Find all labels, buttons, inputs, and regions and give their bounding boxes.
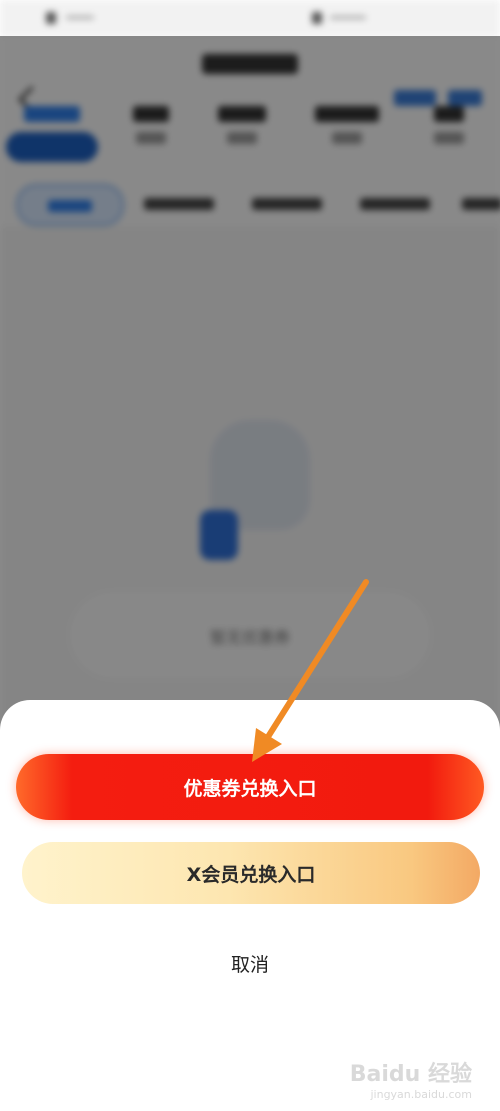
watermark-brand: Baidu 经验 — [349, 1062, 472, 1087]
action-sheet: 优惠券兑换入口 X会员兑换入口 取消 — [0, 700, 500, 1111]
screen: 暂无优惠券 优惠券兑换入口 X会员兑换入口 取消 Baidu 经验 jingya… — [0, 0, 500, 1111]
status-indicator — [66, 16, 94, 19]
coupon-exchange-button[interactable]: 优惠券兑换入口 — [16, 754, 484, 820]
status-indicator — [330, 16, 366, 19]
coupon-exchange-label: 优惠券兑换入口 — [183, 777, 317, 800]
cancel-button[interactable]: 取消 — [0, 950, 500, 990]
status-icon — [46, 12, 56, 24]
vip-exchange-label: X会员兑换入口 — [186, 863, 316, 886]
status-bar — [0, 0, 500, 36]
vip-exchange-button[interactable]: X会员兑换入口 — [22, 842, 480, 904]
status-icon — [312, 12, 322, 24]
watermark-url: jingyan.baidu.com — [370, 1088, 472, 1101]
watermark: Baidu 经验 jingyan.baidu.com — [350, 1056, 472, 1101]
cancel-label: 取消 — [230, 954, 269, 976]
